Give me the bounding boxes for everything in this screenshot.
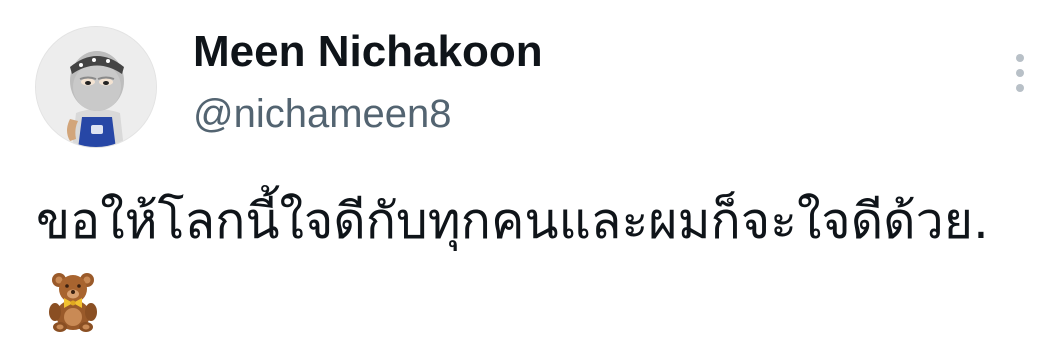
ninja-avatar-icon: [36, 27, 156, 147]
tweet-text: ขอให้โลกนี้ใจดีกับทุกคนและผมก็จะใจดีด้วย…: [36, 192, 989, 250]
vertical-dots-icon: [1016, 54, 1024, 62]
tweet-body: ขอให้โลกนี้ใจดีกับทุกคนและผมก็จะใจดีด้วย…: [36, 178, 996, 350]
vertical-dots-icon: [1016, 69, 1024, 77]
author-handle[interactable]: @nichameen8: [193, 90, 452, 138]
avatar[interactable]: [35, 26, 157, 148]
more-options-button[interactable]: [1008, 50, 1032, 96]
tweet-card: Meen Nichakoon @nichameen8 ขอให้โลกนี้ใจ…: [0, 0, 1063, 355]
vertical-dots-icon: [1016, 84, 1024, 92]
teddy-bear-icon: [42, 270, 104, 332]
author-display-name[interactable]: Meen Nichakoon: [193, 26, 543, 78]
